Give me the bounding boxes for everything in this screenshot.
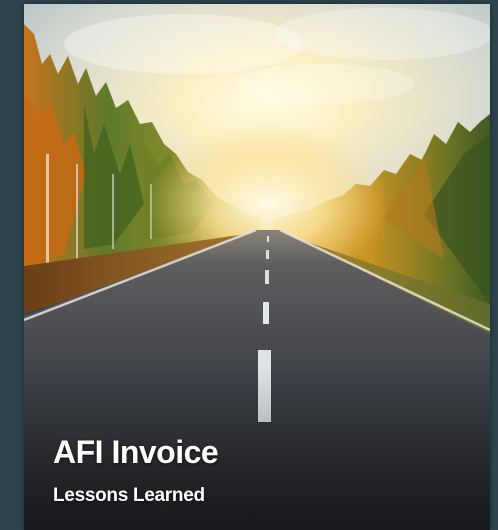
presentation-cover-tile[interactable]: AFI Invoice Lessons Learned bbox=[24, 4, 490, 530]
cover-subtitle: Lessons Learned bbox=[53, 485, 205, 506]
cover-caption: AFI Invoice Lessons Learned bbox=[53, 432, 219, 508]
cover-title: AFI Invoice bbox=[53, 434, 219, 470]
